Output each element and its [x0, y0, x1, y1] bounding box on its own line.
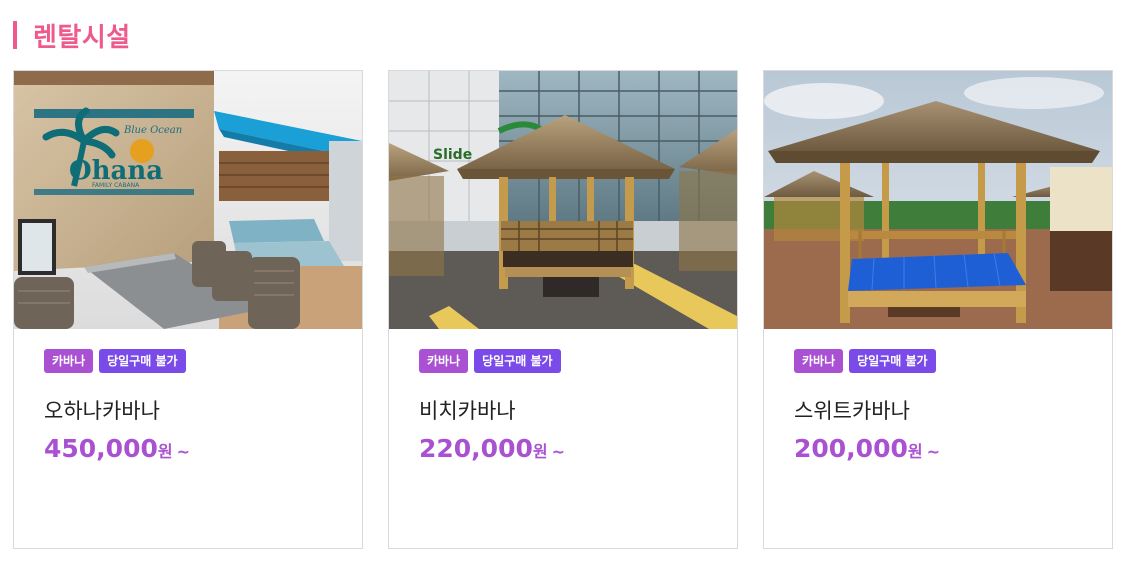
product-name[interactable]: 오하나카바나	[44, 395, 160, 425]
price-unit: 원	[907, 442, 923, 461]
price-unit: 원	[157, 442, 173, 461]
price-suffix: ~	[551, 442, 566, 461]
tag-cabana: 카바나	[419, 349, 469, 373]
svg-text:Blue Ocean: Blue Ocean	[123, 125, 182, 136]
price: 200,000원 ~	[794, 434, 940, 463]
tag-no-same-day: 당일구매 불가	[99, 349, 186, 373]
product-photo[interactable]: Slide	[389, 71, 737, 329]
tag-no-same-day: 당일구매 불가	[474, 349, 561, 373]
svg-text:FAMILY CABANA: FAMILY CABANA	[92, 182, 140, 189]
product-photo[interactable]	[764, 71, 1112, 329]
tag-list: 카바나 당일구매 불가	[794, 349, 936, 373]
price-value: 200,000	[794, 434, 908, 463]
product-card-ohana-cabana[interactable]: Ohana Blue Ocean FAMILY CABANA 카바나 당일구매 …	[13, 70, 363, 549]
price-value: 450,000	[44, 434, 158, 463]
section-title: 렌탈시설	[13, 18, 131, 53]
tag-cabana: 카바나	[794, 349, 844, 373]
price-value: 220,000	[419, 434, 533, 463]
title-accent-bar	[13, 21, 17, 49]
price: 220,000원 ~	[419, 434, 565, 463]
svg-text:Slide: Slide	[433, 147, 472, 163]
page-title: 렌탈시설	[33, 22, 131, 53]
product-card-beach-cabana[interactable]: Slide 카바나 당일구매 불가 비치카바나 220,000원 ~	[388, 70, 738, 549]
price-unit: 원	[532, 442, 548, 461]
tag-list: 카바나 당일구매 불가	[44, 349, 186, 373]
product-name[interactable]: 비치카바나	[419, 395, 516, 425]
price-suffix: ~	[926, 442, 941, 461]
price-suffix: ~	[176, 442, 191, 461]
price: 450,000원 ~	[44, 434, 190, 463]
product-name[interactable]: 스위트카바나	[794, 395, 910, 425]
product-photo[interactable]: Ohana Blue Ocean FAMILY CABANA	[14, 71, 362, 329]
tag-cabana: 카바나	[44, 349, 94, 373]
product-card-suite-cabana[interactable]: 카바나 당일구매 불가 스위트카바나 200,000원 ~	[763, 70, 1113, 549]
tag-no-same-day: 당일구매 불가	[849, 349, 936, 373]
tag-list: 카바나 당일구매 불가	[419, 349, 561, 373]
